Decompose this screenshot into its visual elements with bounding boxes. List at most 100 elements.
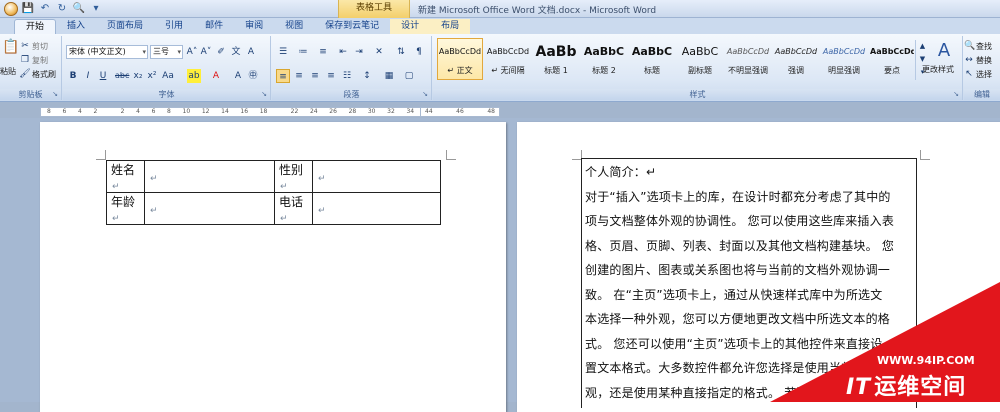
horizontal-ruler-right[interactable]: 44 46 48 — [420, 107, 500, 117]
increase-indent-icon[interactable]: ⇥ — [352, 45, 366, 59]
style-name: ↵ 正文 — [447, 66, 473, 75]
crop-mark — [446, 150, 456, 160]
tab-table-design[interactable]: 设计 — [390, 19, 431, 34]
horizontal-ruler[interactable]: 864224681012141618222426283032343638 — [40, 107, 460, 117]
table-cell-value[interactable]: ↵ — [144, 160, 275, 193]
office-button-icon[interactable] — [4, 2, 18, 16]
paragraph-launcher-icon[interactable]: ↘ — [422, 90, 428, 98]
strikethrough-icon[interactable]: abc — [115, 69, 129, 83]
personal-info-table[interactable]: 姓名 ↵ ↵ 性别 ↵ ↵ 年龄 ↵ ↵ 电话 ↵ ↵ — [106, 160, 441, 225]
table-cell-label[interactable]: 姓名 ↵ — [106, 160, 145, 193]
italic-icon[interactable]: I — [81, 69, 95, 83]
ruler-tick: 8 — [47, 108, 51, 115]
phonetic-guide-icon[interactable]: 文 — [229, 45, 243, 59]
find-button[interactable]: 查找 — [976, 41, 992, 52]
style-sample: AaBbCcDd — [870, 47, 914, 56]
tab-review[interactable]: 审阅 — [234, 19, 274, 34]
print-preview-icon[interactable]: 🔍 — [72, 2, 86, 16]
style-no-spacing[interactable]: AaBbCcDd ↵ 无间隔 — [485, 38, 531, 80]
superscript-icon[interactable]: x² — [145, 69, 159, 83]
font-family-select[interactable]: 宋体 (中文正文) ▾ — [66, 45, 148, 59]
undo-icon[interactable]: ↶ — [38, 2, 52, 16]
table-cell-value[interactable]: ↵ — [144, 192, 275, 225]
sort-icon[interactable]: ⇅ — [394, 45, 408, 59]
table-cell-label[interactable]: 电话 ↵ — [274, 192, 313, 225]
change-styles-button[interactable]: 更改样式 — [922, 64, 954, 75]
align-center-icon[interactable]: ≡ — [292, 69, 306, 83]
tab-table-layout[interactable]: 布局 — [430, 19, 471, 34]
justify-icon[interactable]: ≡ — [324, 69, 338, 83]
tab-mailings[interactable]: 邮件 — [194, 19, 234, 34]
style-intense-emphasis[interactable]: AaBbCcDd 明显强调 — [821, 38, 867, 80]
style-normal[interactable]: AaBbCcDd ↵ 正文 — [437, 38, 483, 80]
customize-qat-icon[interactable]: ▾ — [89, 2, 103, 16]
style-heading-2[interactable]: AaBbC 标题 2 — [581, 38, 627, 80]
decrease-indent-icon[interactable]: ⇤ — [336, 45, 350, 59]
style-name: 标题 1 — [544, 66, 568, 75]
watermark-brand: IT 运维空间 — [846, 369, 966, 401]
style-name: 强调 — [788, 66, 804, 75]
show-marks-icon[interactable]: ¶ — [412, 45, 426, 59]
numbering-icon[interactable]: ≔ — [296, 45, 310, 59]
font-launcher-icon[interactable]: ↘ — [261, 90, 267, 98]
line-spacing-icon[interactable]: ↕ — [360, 69, 374, 83]
tab-references[interactable]: 引用 — [154, 19, 194, 34]
tab-insert[interactable]: 插入 — [56, 19, 96, 34]
align-right-icon[interactable]: ≡ — [308, 69, 322, 83]
font-color-icon[interactable]: A — [209, 69, 223, 83]
paste-button[interactable]: 粘贴 — [0, 66, 16, 77]
save-icon[interactable]: 💾 — [21, 2, 35, 16]
select-icon: ↖ — [965, 69, 973, 79]
style-heading-1[interactable]: AaBb 标题 1 — [533, 38, 579, 80]
distributed-icon[interactable]: ☷ — [340, 69, 354, 83]
tab-home[interactable]: 开始 — [14, 19, 57, 34]
style-title[interactable]: AaBbC 标题 — [629, 38, 675, 80]
shrink-font-icon[interactable]: A˅ — [199, 45, 213, 59]
tab-page-layout[interactable]: 页面布局 — [96, 19, 154, 34]
grow-font-icon[interactable]: A˄ — [185, 45, 199, 59]
ruler-tick: 32 — [387, 108, 395, 115]
table-cell-label[interactable]: 性别 ↵ — [274, 160, 313, 193]
tab-save-to-cloud-note[interactable]: 保存到云笔记 — [314, 19, 390, 34]
table-cell-label[interactable]: 年龄 ↵ — [106, 192, 145, 225]
change-styles-icon[interactable]: A — [929, 40, 959, 62]
underline-icon[interactable]: U — [96, 69, 110, 83]
character-border-icon[interactable]: A — [244, 45, 258, 59]
shading-icon[interactable]: ▦ — [382, 69, 396, 83]
redo-icon[interactable]: ↻ — [55, 2, 69, 16]
paragraph-mark: ↵ — [150, 173, 158, 184]
chinese-layout-icon[interactable]: ✕ — [372, 45, 386, 59]
style-sample: AaBbCcDd — [774, 47, 818, 56]
tab-view[interactable]: 视图 — [274, 19, 314, 34]
cut-button[interactable]: 剪切 — [32, 41, 48, 52]
highlight-icon[interactable]: ab — [187, 69, 201, 83]
bold-icon[interactable]: B — [66, 69, 80, 83]
clipboard-launcher-icon[interactable]: ↘ — [52, 90, 58, 98]
table-cell-value[interactable]: ↵ — [312, 160, 441, 193]
style-subtle-emphasis[interactable]: AaBbCcDd 不明显强调 — [725, 38, 771, 80]
format-painter-button[interactable]: 格式刷 — [32, 69, 56, 80]
character-shading-icon[interactable]: A — [231, 69, 245, 83]
align-left-icon[interactable]: ≡ — [276, 69, 290, 83]
copy-button[interactable]: 复制 — [32, 55, 48, 66]
bullets-icon[interactable]: ☰ — [276, 45, 290, 59]
clear-format-icon[interactable]: ✐ — [214, 45, 228, 59]
font-size-select[interactable]: 三号 ▾ — [150, 45, 183, 59]
style-strong[interactable]: AaBbCcDd 要点 — [869, 38, 915, 80]
style-emphasis[interactable]: AaBbCcDd 强调 — [773, 38, 819, 80]
multilevel-list-icon[interactable]: ≡ — [316, 45, 330, 59]
label-age: 年龄 — [111, 195, 136, 209]
style-sample: AaBbC — [681, 45, 719, 58]
paste-icon[interactable]: 📋 — [2, 40, 19, 62]
replace-button[interactable]: 替换 — [976, 55, 992, 66]
table-cell-value[interactable]: ↵ — [312, 192, 441, 225]
enclose-characters-icon[interactable]: ㊥ — [246, 69, 260, 83]
ruler-tick: 8 — [167, 108, 171, 115]
select-button[interactable]: 选择 — [976, 69, 992, 80]
subscript-icon[interactable]: x₂ — [131, 69, 145, 83]
style-subtitle[interactable]: AaBbC 副标题 — [677, 38, 723, 80]
change-case-icon[interactable]: Aa — [161, 69, 175, 83]
borders-icon[interactable]: ▢ — [402, 69, 416, 83]
ruler-tick: 2 — [120, 108, 125, 115]
styles-launcher-icon[interactable]: ↘ — [953, 90, 959, 98]
